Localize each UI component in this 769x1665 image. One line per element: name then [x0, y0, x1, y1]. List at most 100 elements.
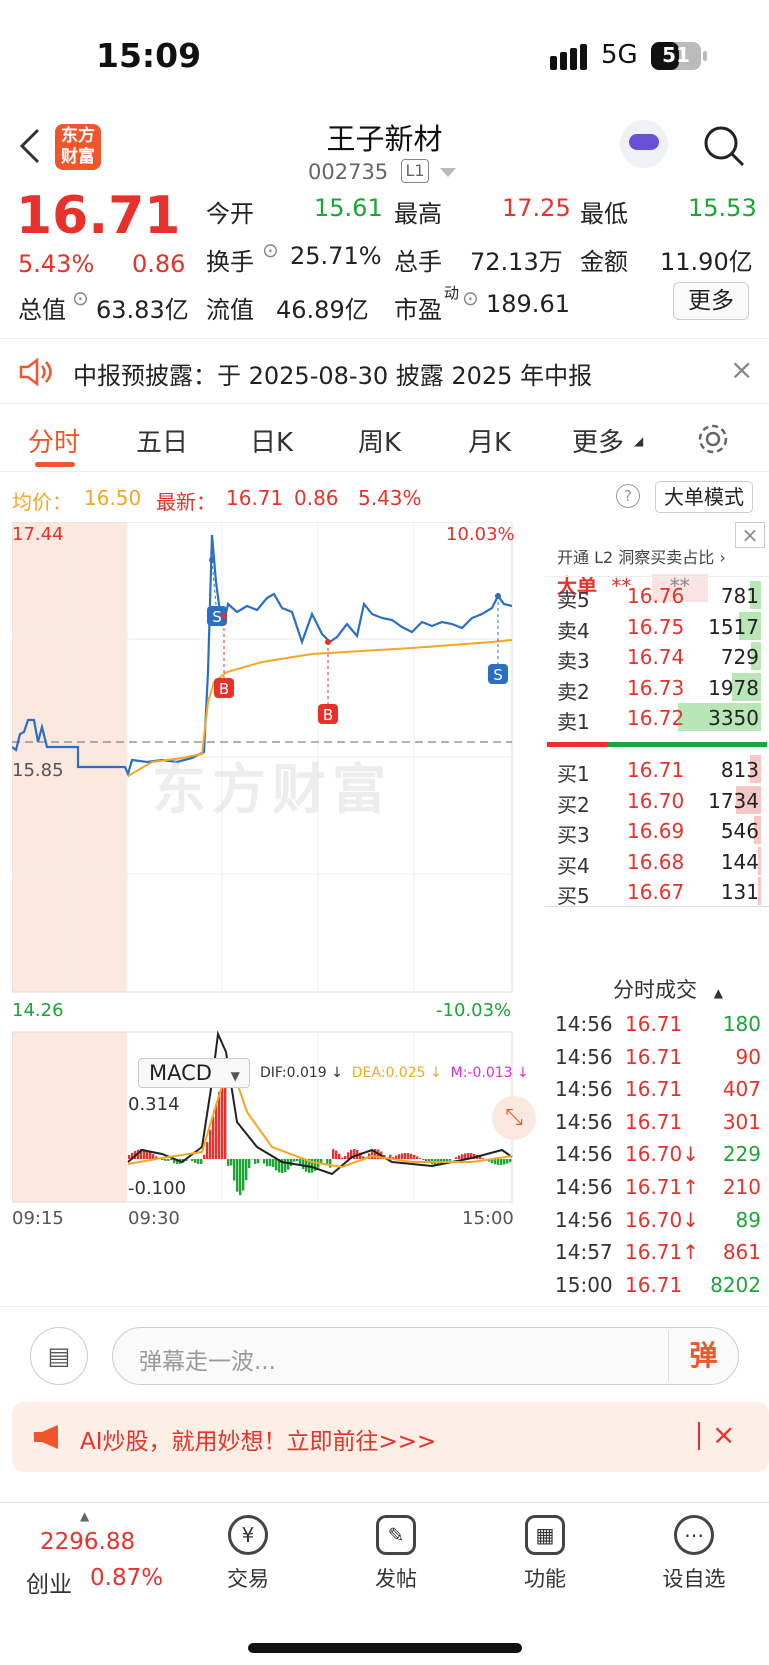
level-price: 16.69: [627, 819, 685, 843]
quote-panel: 16.71 5.43% 0.86 今开 15.61 最高 17.25 最低 15…: [0, 186, 769, 326]
network-type: 5G: [601, 40, 638, 70]
change-pct: 5.43%: [18, 250, 95, 278]
macd-bar: [227, 1159, 230, 1166]
macd-bar: [275, 1159, 278, 1171]
tab-intraday[interactable]: 分时: [28, 422, 80, 459]
info-icon[interactable]: ⊙: [462, 286, 479, 310]
low-label: 最低: [580, 200, 628, 228]
trade-time: 14:56: [555, 1142, 613, 1167]
robot-avatar-icon[interactable]: [620, 120, 668, 168]
macd-bar: [335, 1150, 338, 1159]
high-label: 最高: [394, 200, 442, 228]
index-pct[interactable]: 0.87%: [90, 1565, 163, 1591]
level-label: 卖4: [557, 618, 590, 643]
level-price: 16.75: [627, 614, 685, 639]
info-icon[interactable]: ⊙: [262, 238, 279, 262]
macd-bar: [230, 1159, 233, 1166]
level-price: 16.67: [627, 880, 685, 904]
pe-label: 市盈: [394, 296, 442, 324]
macd-bar: [461, 1154, 464, 1159]
macd-bar: [449, 1159, 452, 1161]
search-icon[interactable]: [702, 124, 746, 168]
order-book-row[interactable]: 买4 16.68 144: [545, 846, 769, 878]
ai-banner[interactable]: AI炒股，就用妙想！立即前往>>> ×: [12, 1402, 769, 1472]
trade-row: 14:56 16.70↓ 89: [545, 1206, 769, 1238]
notice-text: 中报预披露：于 2025-08-30 披露 2025 年中报: [73, 362, 593, 390]
watermark: 东方财富: [152, 758, 392, 821]
trade-price: 16.71: [625, 1012, 683, 1036]
order-book-row[interactable]: 买3 16.69 546: [545, 815, 769, 847]
pe-dynamic-mark: 动: [444, 284, 460, 302]
float-value: 46.89亿: [276, 296, 369, 324]
close-icon[interactable]: ×: [735, 522, 765, 548]
more-button[interactable]: 更多: [673, 282, 749, 320]
macd-bar: [161, 1159, 164, 1160]
macd-bar: [395, 1155, 398, 1159]
marker-dot: [221, 613, 227, 619]
settings-gear-icon[interactable]: [696, 422, 730, 456]
nav-trade[interactable]: ¥ 交易: [198, 1515, 298, 1593]
tab-more[interactable]: 更多: [572, 422, 624, 459]
level-volume: 1517: [708, 614, 759, 639]
macd-bar: [248, 1159, 251, 1169]
change-value: 0.86: [132, 250, 186, 278]
order-book-row[interactable]: 卖4 16.75 1517: [545, 611, 769, 643]
macd-bar: [506, 1159, 509, 1164]
danmu-settings-icon[interactable]: ▤: [30, 1327, 88, 1385]
clock: 15:09: [96, 36, 202, 75]
m-value: M:-0.013 ↓: [450, 1065, 529, 1081]
macd-bar: [215, 1104, 218, 1159]
index-name[interactable]: 创业: [26, 1565, 72, 1599]
tab-five-day[interactable]: 五日: [136, 422, 188, 459]
order-book-row[interactable]: 买5 16.67 131: [545, 876, 769, 908]
intraday-chart[interactable]: S B B S 东方财富 17.44 14.26 15.85 10.03% -10.0…: [12, 522, 544, 1306]
macd-bar: [398, 1154, 401, 1159]
danmu-input[interactable]: 弹幕走一波...: [112, 1327, 739, 1385]
trade-time: 14:56: [555, 1077, 613, 1102]
ratio-bar-buy: [607, 742, 767, 747]
info-icon[interactable]: ⊙: [72, 286, 89, 310]
macd-bar: [422, 1159, 425, 1160]
grid-icon: ▦: [525, 1515, 565, 1555]
order-book-row[interactable]: 卖3 16.74 729: [545, 641, 769, 673]
danmu-send-button[interactable]: 弹: [668, 1331, 738, 1381]
macd-bottom-label: -0.100: [128, 1178, 187, 1199]
nav-post[interactable]: ✎ 发帖: [346, 1515, 446, 1593]
nav-functions[interactable]: ▦ 功能: [495, 1515, 595, 1593]
macd-bar: [239, 1159, 242, 1196]
big-order-mode-button[interactable]: 大单模式: [655, 481, 753, 513]
level-label: 买3: [557, 823, 590, 847]
help-icon[interactable]: ?: [616, 484, 640, 508]
expand-icon[interactable]: ⤡: [492, 1096, 536, 1140]
avg-label: 均价：: [12, 490, 72, 514]
macd-bar: [242, 1159, 245, 1191]
l2-banner[interactable]: 开通 L2 洞察买卖占比 ›: [557, 544, 726, 568]
macd-bar: [167, 1159, 170, 1161]
level-badge[interactable]: L1: [401, 159, 429, 183]
order-book-row[interactable]: 卖1 16.72 3350: [545, 702, 769, 734]
macd-bar: [212, 1117, 215, 1159]
notice-bar[interactable]: 中报预披露：于 2025-08-30 披露 2025 年中报 ×: [0, 338, 769, 404]
macd-bar: [206, 1142, 209, 1159]
index-value[interactable]: 2296.88: [40, 1529, 135, 1555]
macd-bar: [326, 1159, 329, 1164]
level-price: 16.68: [627, 849, 685, 874]
chevron-down-icon[interactable]: [440, 168, 456, 178]
ratio-bar-sell: [547, 742, 607, 747]
trade-time: 14:56: [555, 1109, 613, 1134]
trades-title[interactable]: 分时成交 ▲: [613, 974, 723, 1004]
tab-daily-k[interactable]: 日K: [250, 422, 293, 459]
tab-weekly-k[interactable]: 周K: [358, 422, 401, 459]
indicator-select[interactable]: MACD ▼: [138, 1058, 250, 1088]
order-book-row[interactable]: 买1 16.71 813: [545, 754, 769, 786]
order-book-row[interactable]: 卖5 16.76 781: [545, 580, 769, 612]
order-book-row[interactable]: 买2 16.70 1734: [545, 785, 769, 817]
close-icon[interactable]: ×: [730, 353, 753, 386]
close-icon[interactable]: ×: [712, 1418, 735, 1451]
macd-bar: [401, 1153, 404, 1159]
nav-add-watchlist[interactable]: ⋯ 设自选: [644, 1515, 744, 1593]
order-book-row[interactable]: 卖2 16.73 1978: [545, 672, 769, 704]
level-volume: 729: [720, 645, 759, 669]
macd-bar: [503, 1159, 506, 1165]
tab-monthly-k[interactable]: 月K: [468, 422, 511, 459]
